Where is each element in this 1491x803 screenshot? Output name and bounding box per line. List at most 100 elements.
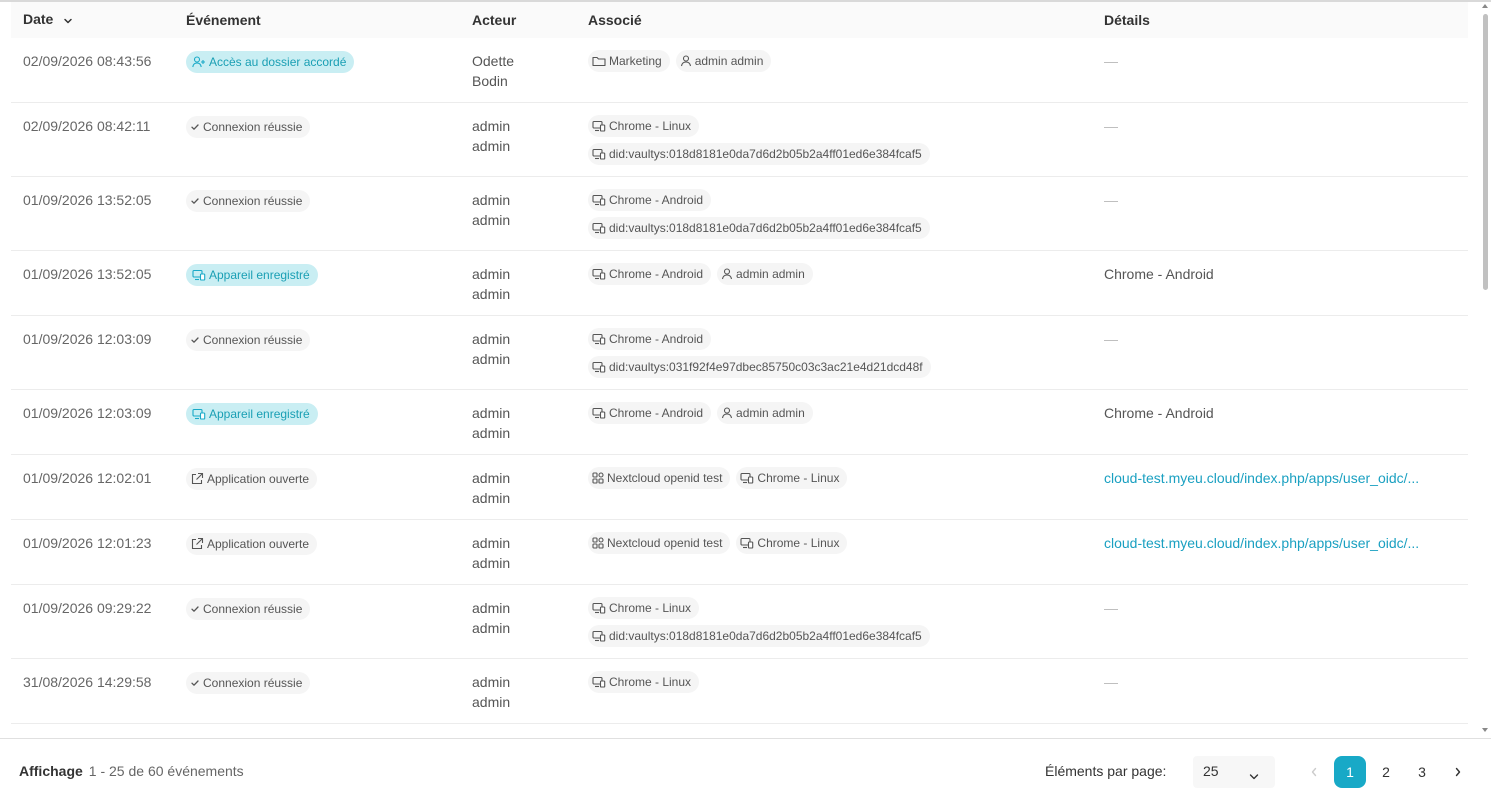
associated-chip[interactable]: Chrome - Android (588, 189, 712, 211)
associated-chip[interactable]: Nextcloud openid test (588, 467, 731, 489)
results-summary-label: Affichage (19, 763, 83, 779)
associated-chip[interactable]: Chrome - Android (588, 263, 712, 285)
table-row[interactable]: 01/09/2026 13:52:05 Appareil enregistré ad… (11, 251, 1468, 316)
cell-event: Appareil enregistré (174, 251, 460, 316)
associated-chip-label: admin admin (694, 54, 764, 68)
audit-log-table: Date Événement Acteur Associé Détails 02… (11, 2, 1468, 724)
external-link-icon (190, 537, 204, 551)
event-badge: Appareil enregistré (186, 264, 318, 286)
associated-chip-label: Chrome - Linux (609, 119, 692, 133)
user-icon (721, 268, 733, 280)
vertical-scrollbar[interactable] (1480, 2, 1491, 738)
cell-actor: admin admin (460, 455, 576, 520)
table-row[interactable]: 01/09/2026 13:52:05 Connexion réussie admi… (11, 177, 1468, 251)
details-text: Chrome - Android (1104, 266, 1214, 282)
cell-actor: admin admin (460, 585, 576, 659)
actor-second-line: admin (472, 620, 511, 636)
associated-chip[interactable]: Chrome - Android (588, 402, 712, 424)
associated-chip[interactable]: did:vaultys:031f92f4e97dbec85750c03c3ac2… (588, 356, 931, 378)
associated-chip[interactable]: Chrome - Linux (588, 671, 700, 693)
table-row[interactable]: 02/09/2026 08:43:56 Accès au dossier acco… (11, 38, 1468, 103)
per-page-select[interactable]: 25 (1193, 756, 1275, 788)
associated-chip-label: Chrome - Linux (609, 601, 692, 615)
cell-details: cloud-test.myeu.cloud/index.php/apps/use… (1092, 520, 1468, 585)
devices-icon (592, 148, 606, 160)
user-icon (721, 407, 733, 419)
scrollbar-thumb[interactable] (1483, 14, 1488, 290)
pagination: 1 2 3 (1298, 756, 1474, 788)
event-badge-label: Accès au dossier accordé (209, 55, 347, 69)
table-header-row: Date Événement Acteur Associé Détails (11, 2, 1468, 38)
associated-chip[interactable]: Marketing (588, 50, 670, 72)
column-header-date[interactable]: Date (11, 2, 174, 38)
devices-icon (592, 602, 606, 614)
details-empty: — (1104, 118, 1118, 134)
associated-chip[interactable]: did:vaultys:018d8181e0da7d6d2b05b2a4ff01… (588, 625, 930, 647)
table-row[interactable]: 31/08/2026 14:29:58 Connexion réussie admi… (11, 659, 1468, 724)
cell-associated: Marketing admin admin (576, 38, 1092, 103)
associated-chip[interactable]: admin admin (717, 402, 813, 424)
cell-actor: admin admin (460, 659, 576, 724)
cell-details: — (1092, 103, 1468, 177)
associated-chip[interactable]: did:vaultys:018d8181e0da7d6d2b05b2a4ff01… (588, 217, 930, 239)
page-button-2[interactable]: 2 (1370, 756, 1402, 788)
chevron-down-icon (1249, 768, 1259, 784)
actor-first-line: admin (472, 535, 511, 551)
page-button-3[interactable]: 3 (1406, 756, 1438, 788)
event-badge-label: Appareil enregistré (209, 407, 310, 421)
results-summary: Affichage 1 - 25 de 60 événements (19, 763, 244, 779)
associated-chip-label: did:vaultys:018d8181e0da7d6d2b05b2a4ff01… (609, 221, 922, 235)
scroll-down-arrow-icon[interactable] (1482, 728, 1488, 732)
associated-chip-label: did:vaultys:018d8181e0da7d6d2b05b2a4ff01… (609, 629, 922, 643)
details-link[interactable]: cloud-test.myeu.cloud/index.php/apps/use… (1104, 533, 1456, 553)
actor-second-line: admin (472, 351, 511, 367)
associated-chip[interactable]: admin admin (717, 263, 813, 285)
scroll-up-arrow-icon[interactable] (1482, 4, 1488, 8)
actor-second-line: admin (472, 425, 511, 441)
sort-chevron-down-icon[interactable] (63, 13, 73, 29)
table-row[interactable]: 02/09/2026 08:42:11 Connexion réussie admi… (11, 103, 1468, 177)
event-badge: Connexion réussie (186, 598, 311, 620)
results-summary-range: 1 - 25 de 60 événements (88, 763, 244, 779)
cell-date: 01/09/2026 12:03:09 (23, 405, 152, 421)
event-badge-label: Application ouverte (207, 537, 310, 551)
table-row[interactable]: 01/09/2026 09:29:22 Connexion réussie admi… (11, 585, 1468, 659)
associated-chip[interactable]: Chrome - Linux (588, 115, 700, 137)
column-header-actor: Acteur (472, 12, 517, 28)
event-badge-label: Connexion réussie (203, 120, 303, 134)
apps-icon (592, 537, 604, 549)
cell-details: Chrome - Android (1092, 251, 1468, 316)
cell-actor: admin admin (460, 251, 576, 316)
actor-first-line: Odette (472, 53, 515, 69)
associated-chip[interactable]: Nextcloud openid test (588, 532, 731, 554)
associated-chip[interactable]: Chrome - Linux (736, 467, 848, 489)
associated-chip[interactable]: Chrome - Android (588, 328, 712, 350)
cell-date: 01/09/2026 13:52:05 (23, 192, 152, 208)
actor-first-line: admin (472, 266, 511, 282)
actor-second-line: admin (472, 555, 511, 571)
associated-chip[interactable]: Chrome - Linux (736, 532, 848, 554)
event-badge: Connexion réussie (186, 672, 311, 694)
cell-details: — (1092, 316, 1468, 390)
associated-chip-label: Chrome - Android (609, 267, 704, 281)
table-row[interactable]: 01/09/2026 12:03:09 Connexion réussie admi… (11, 316, 1468, 390)
previous-page-button[interactable] (1298, 756, 1330, 788)
event-badge: Connexion réussie (186, 116, 311, 138)
actor-first-line: admin (472, 118, 511, 134)
associated-chip[interactable]: Chrome - Linux (588, 597, 700, 619)
actor-first-line: admin (472, 331, 511, 347)
table-row[interactable]: 01/09/2026 12:02:01 Application ouverte ad… (11, 455, 1468, 520)
page-button-1[interactable]: 1 (1334, 756, 1366, 788)
table-row[interactable]: 01/09/2026 12:01:23 Application ouverte ad… (11, 520, 1468, 585)
next-page-button[interactable] (1442, 756, 1474, 788)
table-row[interactable]: 01/09/2026 12:03:09 Appareil enregistré ad… (11, 390, 1468, 455)
devices-icon (740, 537, 754, 549)
actor-second-line: admin (472, 212, 511, 228)
details-empty: — (1104, 192, 1118, 208)
associated-chip[interactable]: admin admin (675, 50, 772, 72)
event-badge-label: Application ouverte (207, 472, 310, 486)
cell-details: — (1092, 38, 1468, 103)
audit-log-table-container[interactable]: Date Événement Acteur Associé Détails 02… (0, 2, 1480, 738)
details-link[interactable]: cloud-test.myeu.cloud/index.php/apps/use… (1104, 468, 1456, 488)
associated-chip[interactable]: did:vaultys:018d8181e0da7d6d2b05b2a4ff01… (588, 143, 930, 165)
